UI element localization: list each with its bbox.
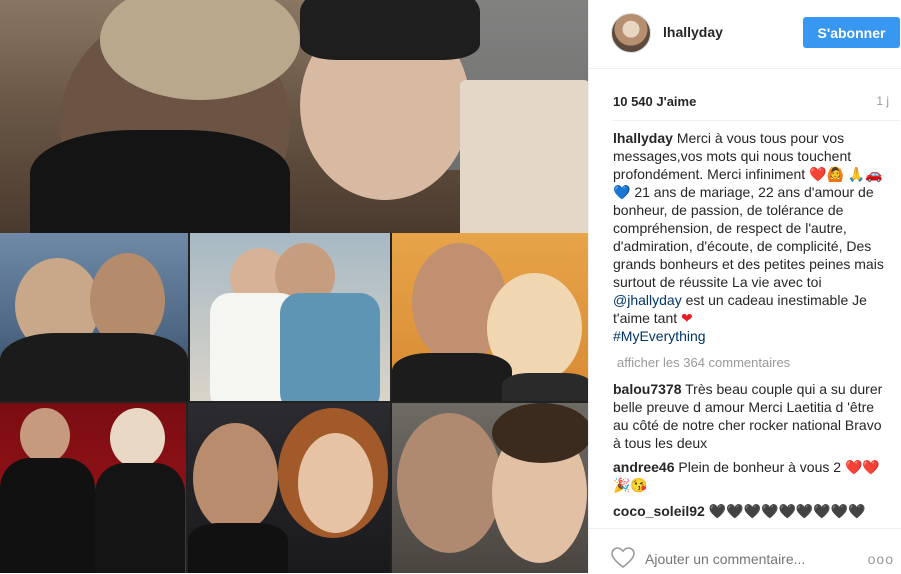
photo-wedding bbox=[190, 233, 390, 401]
photo-top-couple bbox=[0, 0, 588, 233]
comment-username[interactable]: andree46 bbox=[613, 459, 674, 475]
comment-text: 🖤🖤🖤🖤🖤🖤🖤🖤🖤 bbox=[708, 503, 866, 519]
photo-kiss-beach bbox=[0, 233, 188, 401]
post-time[interactable]: 1 j bbox=[876, 94, 889, 108]
add-comment-bar: ooo bbox=[589, 528, 901, 574]
photo-close-up-couple bbox=[392, 403, 588, 573]
caption-username[interactable]: lhallyday bbox=[613, 130, 673, 146]
comment-item: coco_soleil92 🖤🖤🖤🖤🖤🖤🖤🖤🖤 bbox=[613, 502, 893, 520]
username-link[interactable]: lhallyday bbox=[663, 24, 723, 40]
avatar[interactable] bbox=[611, 13, 651, 53]
likes-count[interactable]: 10 540 J'aime bbox=[613, 94, 696, 109]
more-options-icon[interactable]: ooo bbox=[868, 551, 894, 567]
post-sidebar: lhallyday S'abonner 10 540 J'aime 1 j lh… bbox=[588, 0, 901, 573]
hashtag-link[interactable]: #MyEverything bbox=[613, 328, 706, 344]
comment-item: andree46 Plein de bonheur à vous 2 ❤️❤️🎉… bbox=[613, 458, 893, 494]
divider bbox=[613, 120, 899, 121]
mention-link[interactable]: @jhallyday bbox=[613, 292, 682, 308]
comment-text: Plein de bonheur à vous 2 bbox=[678, 459, 842, 475]
photo-red-carpet bbox=[0, 403, 186, 573]
load-more-comments[interactable]: afficher les 364 commentaires bbox=[617, 355, 790, 370]
comment-username[interactable]: balou7378 bbox=[613, 381, 681, 397]
comment-username[interactable]: coco_soleil92 bbox=[613, 503, 705, 519]
post-image[interactable] bbox=[0, 0, 588, 573]
heart-emoji: ❤ bbox=[681, 310, 693, 326]
photo-vintage-couple bbox=[188, 403, 390, 573]
comment-item: balou7378 Très beau couple qui a su dure… bbox=[613, 380, 893, 452]
post-caption: lhallyday Merci à vous tous pour vos mes… bbox=[613, 129, 885, 345]
caption-emoji-1: ❤️🙆 bbox=[809, 166, 844, 182]
follow-button[interactable]: S'abonner bbox=[803, 17, 900, 48]
heart-outline-icon[interactable] bbox=[611, 547, 635, 569]
caption-text-2: 21 ans de mariage, 22 ans d'amour de bon… bbox=[613, 184, 884, 290]
post-header: lhallyday S'abonner bbox=[589, 0, 901, 69]
add-comment-input[interactable] bbox=[645, 549, 855, 569]
photo-portrait-couple bbox=[392, 233, 588, 401]
